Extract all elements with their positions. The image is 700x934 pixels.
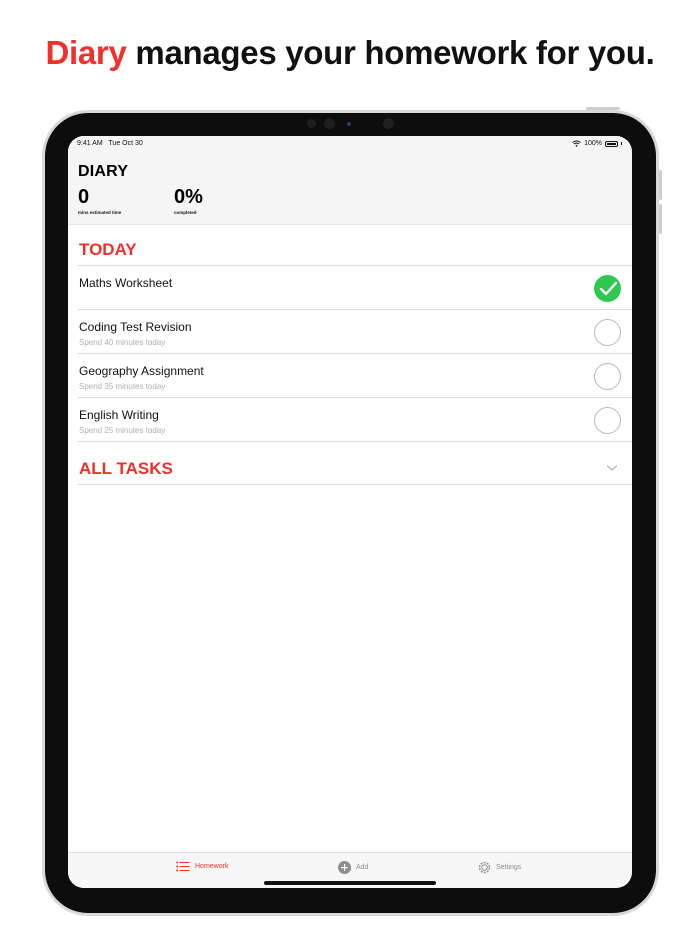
camera-lens — [324, 118, 335, 129]
task-name: Maths Worksheet — [79, 276, 173, 290]
gear-icon — [478, 861, 491, 874]
task-complete-toggle[interactable] — [594, 407, 621, 434]
task-subtitle: Spend 25 minutes today — [79, 426, 166, 435]
chevron-down-icon[interactable] — [606, 464, 618, 472]
marketing-headline: Diary manages your homework for you. — [0, 34, 700, 72]
home-indicator[interactable] — [264, 881, 436, 885]
task-name: Coding Test Revision — [79, 320, 192, 334]
checkmark-icon — [599, 281, 618, 296]
device-volume-up-button — [659, 170, 662, 200]
today-section-title: TODAY — [79, 240, 137, 259]
status-date: Tue Oct 30 — [108, 140, 143, 147]
status-time: 9:41 AM — [77, 140, 103, 147]
stat-estimated-time: 0 mins estimated time — [78, 187, 121, 215]
task-name: English Writing — [79, 408, 159, 422]
tab-settings-label: Settings — [496, 864, 522, 871]
stat-completed: 0% completed — [174, 187, 203, 215]
tab-settings[interactable]: Settings — [478, 861, 521, 874]
headline-accent: Diary — [45, 34, 127, 71]
divider — [78, 484, 632, 485]
task-name: Geography Assignment — [79, 364, 204, 378]
status-indicators: 100% — [572, 140, 622, 147]
camera-sensor-2 — [383, 118, 394, 129]
camera-flash — [347, 122, 351, 126]
camera-sensor — [307, 119, 316, 128]
all-tasks-section-title[interactable]: ALL TASKS — [79, 459, 173, 479]
wifi-icon — [572, 140, 581, 147]
app-screen: 9:41 AM Tue Oct 30 100% DIARY 0 mins est… — [68, 136, 632, 888]
task-row[interactable]: English Writing Spend 25 minutes today — [68, 398, 632, 442]
task-subtitle: Spend 35 minutes today — [79, 382, 166, 391]
stat-completed-caption: completed — [174, 210, 197, 215]
tab-add[interactable]: Add — [338, 861, 368, 874]
tab-homework[interactable]: Homework — [176, 861, 228, 872]
device-volume-down-button — [659, 204, 662, 234]
task-complete-toggle[interactable] — [594, 363, 621, 390]
task-row[interactable]: Maths Worksheet — [68, 266, 632, 310]
battery-tip — [621, 142, 622, 145]
stat-estimated-time-caption: mins estimated time — [78, 210, 122, 215]
status-time-date: 9:41 AM Tue Oct 30 — [77, 140, 143, 147]
plus-circle-icon — [338, 861, 351, 874]
headline-rest: manages your homework for you. — [126, 34, 655, 71]
task-complete-toggle[interactable] — [594, 275, 621, 302]
stat-completed-value: 0% — [174, 186, 203, 208]
diary-header: DIARY 0 mins estimated time 0% completed — [68, 152, 632, 225]
app-title: DIARY — [78, 163, 129, 180]
stat-estimated-time-value: 0 — [78, 186, 90, 208]
battery-percent: 100% — [584, 140, 602, 147]
list-icon — [176, 861, 190, 872]
task-subtitle: Spend 40 minutes today — [79, 338, 166, 347]
tab-add-label: Add — [356, 864, 369, 871]
divider — [78, 441, 632, 442]
task-row[interactable]: Geography Assignment Spend 35 minutes to… — [68, 354, 632, 398]
device-top-button — [586, 107, 620, 110]
battery-icon — [605, 140, 618, 147]
status-bar: 9:41 AM Tue Oct 30 100% — [68, 136, 632, 152]
task-row[interactable]: Coding Test Revision Spend 40 minutes to… — [68, 310, 632, 354]
task-complete-toggle[interactable] — [594, 319, 621, 346]
tab-homework-label: Homework — [195, 863, 229, 870]
